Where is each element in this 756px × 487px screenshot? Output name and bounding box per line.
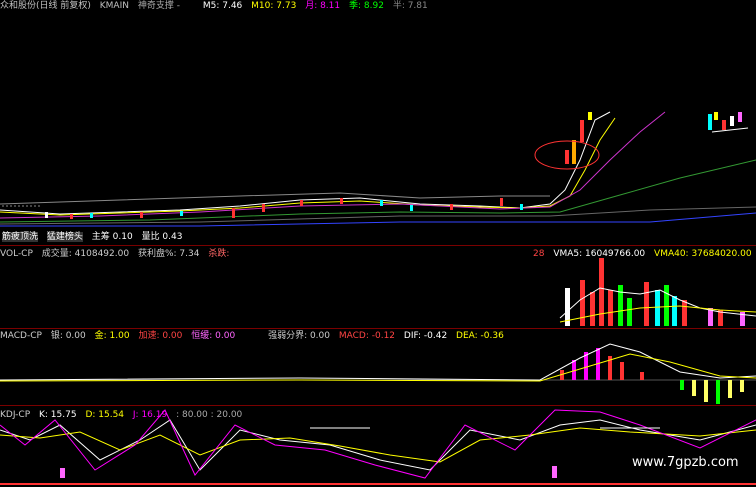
macd-bar	[640, 372, 644, 380]
ma-blue-line	[0, 212, 756, 227]
candle	[450, 204, 453, 210]
candle	[262, 204, 265, 212]
volume-bar	[590, 292, 595, 326]
volume-bar	[655, 290, 660, 326]
candle	[45, 212, 48, 218]
candle	[140, 212, 143, 218]
candle	[714, 112, 718, 120]
candle	[70, 214, 73, 219]
macd-bar	[620, 362, 624, 380]
candle	[300, 200, 303, 206]
volume-bar	[627, 298, 632, 326]
candle	[180, 211, 183, 216]
macd-histogram	[560, 348, 744, 404]
watermark: www.7gpzb.com	[632, 455, 739, 470]
candle	[232, 208, 235, 218]
volume-bar	[644, 282, 649, 326]
candle	[730, 116, 734, 126]
volume-bar	[580, 280, 585, 326]
candle	[722, 120, 726, 130]
macd-bar	[680, 380, 684, 390]
macd-bar	[692, 380, 696, 396]
volume-bar	[608, 290, 613, 326]
candle	[340, 198, 343, 204]
candle	[565, 150, 569, 164]
ma-white-line	[0, 111, 611, 215]
kdj-marker	[552, 466, 557, 478]
candle	[380, 200, 383, 206]
volume-bar	[672, 296, 677, 326]
candle	[738, 112, 742, 122]
candle	[708, 114, 712, 130]
volume-bar	[618, 285, 623, 326]
candle	[580, 120, 584, 142]
macd-bar	[704, 380, 708, 402]
kdj-marker	[60, 468, 65, 478]
candle	[520, 204, 523, 210]
macd-bar	[716, 380, 720, 404]
candle	[588, 112, 592, 120]
volume-bar	[664, 285, 669, 326]
candle	[90, 213, 93, 218]
candle	[410, 205, 413, 211]
candle	[572, 140, 576, 164]
trend-line	[711, 127, 749, 133]
candle	[500, 198, 503, 206]
macd-bar	[740, 380, 744, 392]
stock-chart-canvas[interactable]	[0, 0, 756, 487]
macd-bar	[728, 380, 732, 398]
volume-bar	[599, 258, 604, 326]
volume-bar	[682, 300, 687, 326]
